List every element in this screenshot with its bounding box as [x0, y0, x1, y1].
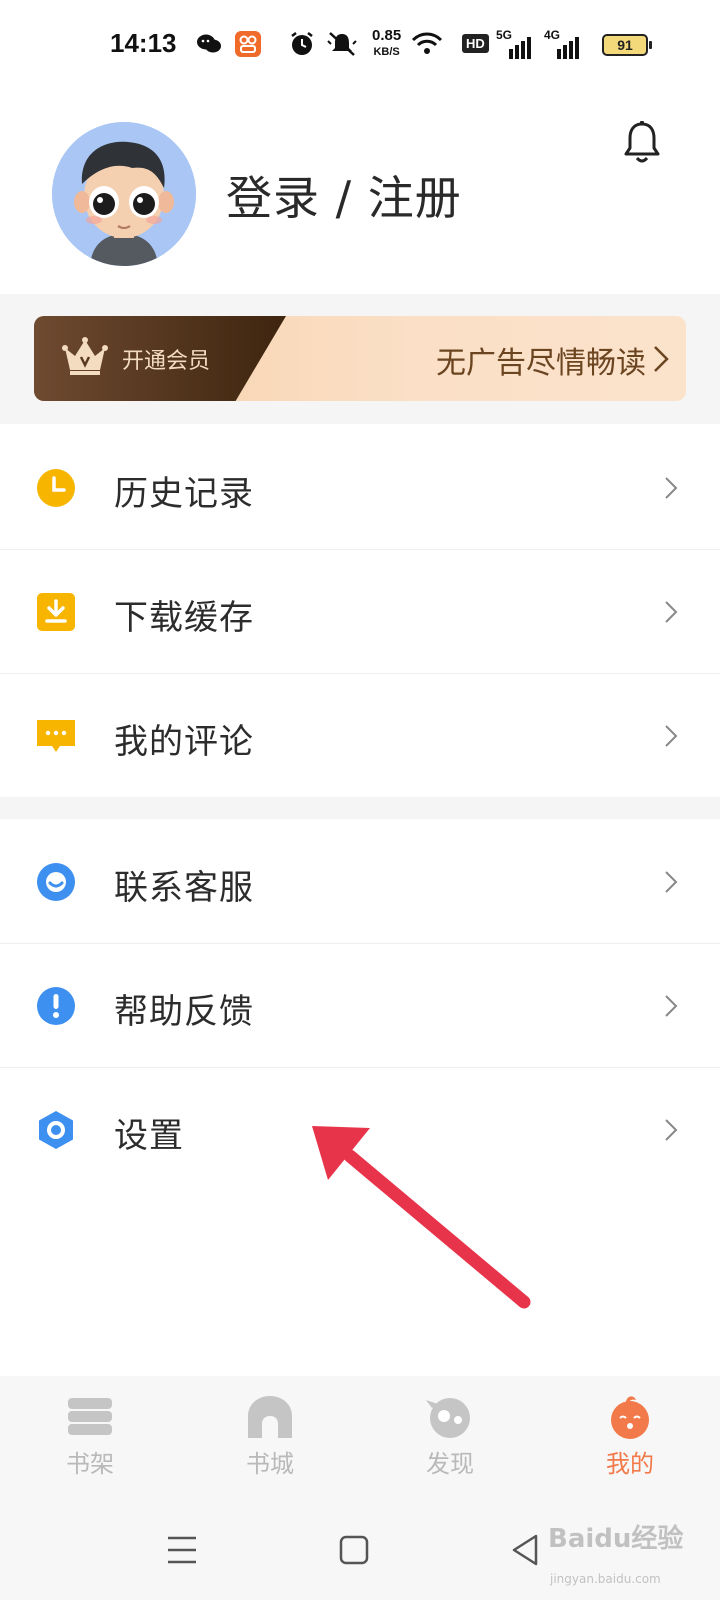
menu-label-help-feedback: 帮助反馈 — [114, 992, 254, 1032]
baidu-watermark-url: jingyan.baidu.com — [550, 1572, 661, 1586]
menu-label-settings: 设置 — [114, 1116, 184, 1156]
signal-icon-2 — [556, 34, 580, 62]
bottom-tab-bar: 书架 书城 发现 我的 — [0, 1376, 720, 1500]
tab-label-discover: 发现 — [426, 1450, 474, 1478]
crown-icon — [62, 336, 108, 376]
home-nav-button[interactable] — [334, 1530, 374, 1570]
menu-item-help-feedback[interactable]: 帮助反馈 — [0, 944, 720, 1068]
menu-item-history[interactable]: 历史记录 — [0, 426, 720, 550]
status-bar: 14:13 0.85 KB/S HD 5G 4G 91 — [0, 0, 720, 92]
wechat-icon — [196, 30, 222, 58]
chevron-right-icon — [652, 344, 670, 374]
mute-icon — [326, 30, 358, 58]
bookstore-icon — [244, 1394, 296, 1440]
net-speed-unit: KB/S — [373, 46, 400, 58]
menu-item-customer-service[interactable]: 联系客服 — [0, 820, 720, 944]
clock-icon — [36, 468, 76, 508]
tab-mine[interactable]: 我的 — [540, 1376, 720, 1500]
mine-icon — [604, 1394, 656, 1440]
tab-bookshelf[interactable]: 书架 — [0, 1376, 180, 1500]
back-nav-button[interactable] — [506, 1530, 546, 1570]
menu-item-settings[interactable]: 设置 — [0, 1068, 720, 1192]
chevron-right-icon — [664, 600, 678, 624]
wifi-icon — [410, 30, 444, 58]
hd-badge: HD — [462, 34, 489, 53]
app-notification-icon — [234, 30, 262, 58]
net-speed: 0.85 KB/S — [372, 28, 401, 60]
chevron-right-icon — [664, 1118, 678, 1142]
menu-label-comments: 我的评论 — [114, 722, 254, 762]
vip-open-label: 开通会员 — [122, 349, 211, 374]
alarm-icon — [288, 30, 316, 58]
customer-service-icon — [36, 862, 76, 902]
chevron-right-icon — [664, 994, 678, 1018]
menu-item-download[interactable]: 下载缓存 — [0, 550, 720, 674]
menu-group-2: 联系客服 帮助反馈 设置 — [0, 820, 720, 1192]
section-divider — [0, 797, 720, 819]
bookshelf-icon — [64, 1394, 116, 1440]
status-time: 14:13 — [110, 28, 177, 58]
tab-bookstore[interactable]: 书城 — [180, 1376, 360, 1500]
chevron-right-icon — [664, 724, 678, 748]
comment-icon — [36, 716, 76, 756]
discover-icon — [424, 1394, 476, 1440]
menu-label-download: 下载缓存 — [114, 598, 254, 638]
help-feedback-icon — [36, 986, 76, 1026]
battery-icon: 91 — [602, 34, 652, 56]
download-icon — [36, 592, 76, 632]
menu-group-1: 历史记录 下载缓存 我的评论 — [0, 426, 720, 798]
avatar[interactable] — [52, 122, 196, 266]
tab-label-bookshelf: 书架 — [66, 1450, 114, 1478]
tab-label-mine: 我的 — [606, 1450, 654, 1478]
tab-label-bookstore: 书城 — [246, 1450, 294, 1478]
vip-slogan: 无广告尽情畅读 — [436, 346, 646, 381]
baidu-watermark: Baidu经验 — [548, 1524, 684, 1554]
menu-item-comments[interactable]: 我的评论 — [0, 674, 720, 798]
tab-discover[interactable]: 发现 — [360, 1376, 540, 1500]
vip-banner[interactable]: 开通会员 无广告尽情畅读 — [34, 316, 686, 401]
chevron-right-icon — [664, 870, 678, 894]
signal-icon — [508, 34, 532, 62]
menu-label-history: 历史记录 — [114, 474, 254, 514]
chevron-right-icon — [664, 476, 678, 500]
bell-icon[interactable] — [622, 120, 662, 166]
settings-icon — [36, 1110, 76, 1150]
net-speed-value: 0.85 — [372, 27, 402, 44]
menu-label-customer-service: 联系客服 — [114, 868, 254, 908]
menu-nav-button[interactable] — [162, 1530, 202, 1570]
login-register-title[interactable]: 登录 / 注册 — [226, 162, 462, 228]
